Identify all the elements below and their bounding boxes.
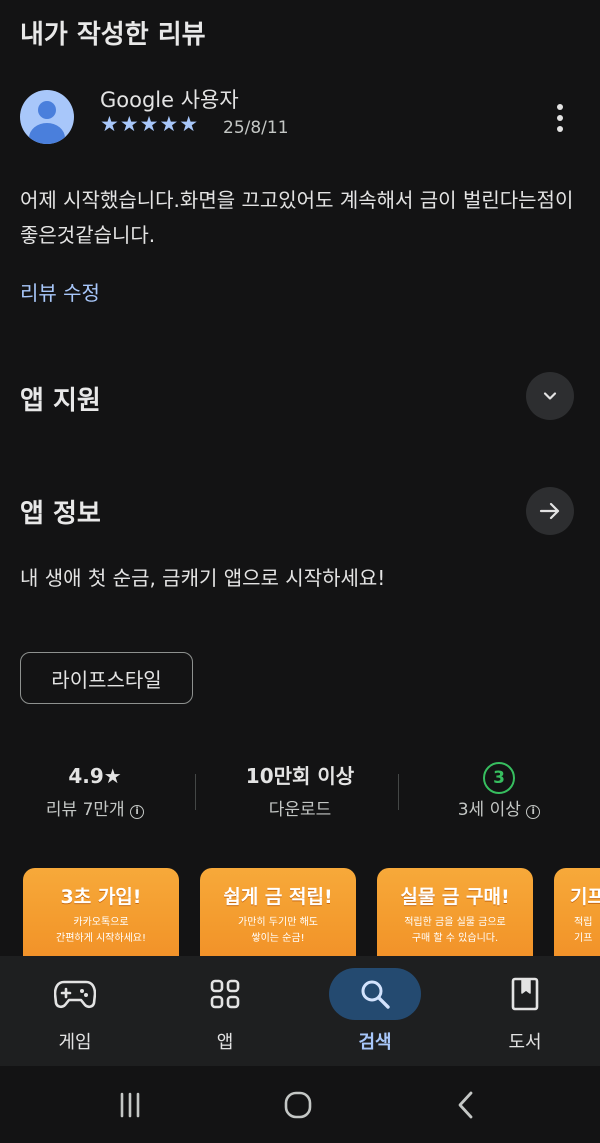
review-count: 리뷰 7만개 <box>45 800 125 820</box>
back-button[interactable] <box>446 1088 486 1122</box>
apps-grid-icon <box>210 979 240 1009</box>
downloads-stat: 10만회 이상 다운로드 <box>210 760 390 820</box>
nav-apps-label: 앱 <box>216 1032 234 1053</box>
my-review-title: 내가 작성한 리뷰 <box>20 20 206 50</box>
screenshot-thumbnail[interactable]: 실물 금 구매! 적립한 금을 실물 금으로구매 할 수 있습니다. <box>377 868 533 958</box>
nav-search-active-pill <box>329 968 421 1020</box>
nav-books[interactable]: 도서 <box>470 956 580 1066</box>
recent-apps-button[interactable] <box>110 1088 150 1122</box>
nav-books-label: 도서 <box>508 1032 542 1053</box>
expand-app-support-button[interactable] <box>526 372 574 420</box>
star-icon: ★ <box>103 764 122 788</box>
back-icon <box>458 1091 473 1119</box>
category-chip[interactable]: 라이프스타일 <box>20 652 193 704</box>
bottom-navigation: 게임 앱 검색 도서 <box>0 956 600 1066</box>
app-info-title[interactable]: 앱 정보 <box>20 493 101 530</box>
screenshot-caption: 구매 할 수 있습니다. <box>411 933 499 944</box>
rating-value: 4.9 <box>68 764 104 788</box>
screenshot-caption: 가만히 두기만 해도 <box>238 917 318 928</box>
screenshot-thumbnail[interactable]: 3초 가입! 카카오톡으로간편하게 시작하세요! <box>23 868 179 958</box>
gamepad-icon <box>54 980 96 1009</box>
search-icon <box>361 980 390 1009</box>
avatar <box>20 90 74 144</box>
stat-divider <box>195 774 196 810</box>
app-info-arrow-button[interactable] <box>526 487 574 535</box>
app-tagline: 내 생애 첫 순금, 금캐기 앱으로 시작하세요! <box>20 566 386 590</box>
star-rating: ★★★★★ <box>100 112 200 136</box>
screenshot-title: 기프 <box>570 886 600 908</box>
home-icon <box>284 1091 312 1119</box>
app-stats: 4.9★ 리뷰 7만개 i 10만회 이상 다운로드 3 3세 이상 i <box>0 760 600 830</box>
screenshot-caption: 쌓이는 순금! <box>251 933 305 944</box>
age-rating-label: 3세 이상 <box>457 800 521 820</box>
nav-games-label: 게임 <box>58 1032 92 1053</box>
screenshot-thumbnail[interactable]: 쉽게 금 적립! 가만히 두기만 해도쌓이는 순금! <box>200 868 356 958</box>
screenshot-caption: 카카오톡으로 <box>73 917 129 928</box>
screenshot-caption: 간편하게 시작하세요! <box>56 933 146 944</box>
nav-search[interactable]: 검색 <box>320 956 430 1066</box>
more-options-icon[interactable] <box>548 102 572 134</box>
screenshot-thumbnail[interactable]: 기프 적립 기프 <box>554 868 600 958</box>
reviewer-name: Google 사용자 <box>100 88 239 112</box>
screenshot-carousel[interactable]: 3초 가입! 카카오톡으로간편하게 시작하세요! 쉽게 금 적립! 가만히 두기… <box>0 868 600 958</box>
recent-apps-icon <box>120 1092 140 1118</box>
home-button[interactable] <box>278 1088 318 1122</box>
nav-games[interactable]: 게임 <box>20 956 130 1066</box>
rating-stat[interactable]: 4.9★ 리뷰 7만개 i <box>20 760 170 820</box>
age-rating-stat[interactable]: 3 3세 이상 i <box>424 760 574 820</box>
info-icon[interactable]: i <box>130 805 145 819</box>
info-icon[interactable]: i <box>526 805 541 819</box>
screenshot-title: 실물 금 구매! <box>400 886 510 908</box>
screenshot-caption: 기프 <box>574 933 593 944</box>
downloads-label: 다운로드 <box>268 800 332 820</box>
app-support-title[interactable]: 앱 지원 <box>20 380 101 417</box>
review-date: 25/8/11 <box>223 118 289 138</box>
screenshot-title: 쉽게 금 적립! <box>223 886 333 908</box>
screenshot-caption: 적립 <box>574 917 593 928</box>
nav-search-label: 검색 <box>358 1032 392 1053</box>
nav-apps[interactable]: 앱 <box>170 956 280 1066</box>
age-rating-badge: 3 <box>483 762 515 794</box>
system-navigation-bar <box>0 1066 600 1143</box>
downloads-value: 10만회 이상 <box>245 764 355 788</box>
review-header: Google 사용자 ★★★★★ 25/8/11 <box>20 86 580 150</box>
stat-divider <box>398 774 399 810</box>
screenshot-title: 3초 가입! <box>60 886 142 908</box>
arrow-right-icon <box>539 502 560 520</box>
screenshot-caption: 적립한 금을 실물 금으로 <box>404 917 506 928</box>
review-text: 어제 시작했습니다.화면을 끄고있어도 계속해서 금이 벌린다는점이 좋은것같습… <box>20 188 574 247</box>
edit-review-link[interactable]: 리뷰 수정 <box>20 277 100 306</box>
chevron-down-icon <box>543 392 557 400</box>
book-icon <box>511 977 539 1011</box>
